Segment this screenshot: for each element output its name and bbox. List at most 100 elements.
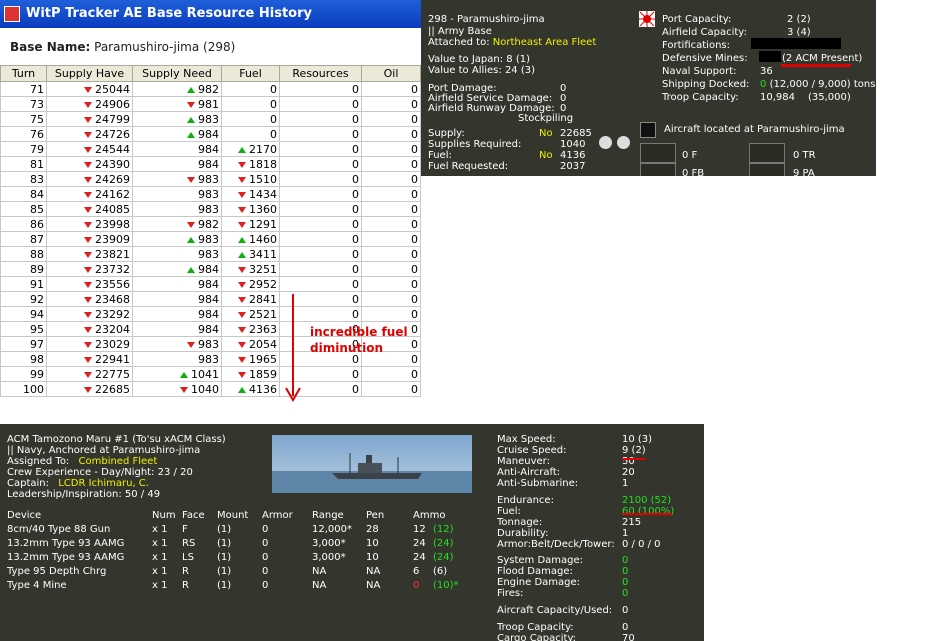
table-cell: 76 xyxy=(0,126,47,142)
table-row[interactable]: 86 23998 982 1291 0 0 xyxy=(0,216,421,232)
table-row[interactable]: 79 24544 984 2170 0 0 xyxy=(0,141,421,157)
device-column-header: Face xyxy=(182,510,205,521)
down-arrow-icon xyxy=(84,296,92,303)
column-header[interactable]: Oil xyxy=(361,65,421,82)
title-bar[interactable]: WitP Tracker AE Base Resource History xyxy=(0,0,421,28)
cell-value: 4136 xyxy=(249,382,277,396)
cell-value: 0 xyxy=(352,292,359,306)
column-header[interactable]: Resources xyxy=(279,65,362,82)
table-row[interactable]: 88 23821 983 3411 0 0 xyxy=(0,246,421,262)
aircraft-transport-icon[interactable] xyxy=(749,143,785,163)
fuel-stockpile-toggle[interactable]: No xyxy=(539,150,553,161)
cell-value: 71 xyxy=(30,82,44,96)
table-header-row: Turn Supply Have Supply Need Fuel Resources O… xyxy=(0,65,421,82)
column-header[interactable]: Supply Have xyxy=(46,65,133,82)
table-row[interactable]: 71 25044 982 0 0 0 xyxy=(0,81,421,97)
table-row[interactable]: 99 22775 1041 1859 0 0 xyxy=(0,366,421,382)
cell-value: 84 xyxy=(30,187,44,201)
crew-experience: Crew Experience - Day/Night: 23 / 20 xyxy=(7,467,193,478)
base-type: || Army Base xyxy=(428,26,492,37)
cell-value: 88 xyxy=(30,247,44,261)
attached-value[interactable]: Northeast Area Fleet xyxy=(493,37,597,48)
cell-value: 23204 xyxy=(95,322,130,336)
table-cell: 0 xyxy=(279,141,362,157)
cell-value: 24269 xyxy=(95,172,130,186)
device-cell: RS xyxy=(182,538,196,549)
table-row[interactable]: 85 24085 983 1360 0 0 xyxy=(0,201,421,217)
table-cell: 2841 xyxy=(221,291,280,307)
device-column-header: Armor xyxy=(262,510,293,521)
table-row[interactable]: 83 24269 983 1510 0 0 xyxy=(0,171,421,187)
shipping-value: 0 (12,000 / 9,000) tons xyxy=(760,79,875,90)
table-cell: 3251 xyxy=(221,261,280,277)
stat-label: Cargo Capacity: xyxy=(497,633,577,641)
column-header[interactable]: Fuel xyxy=(221,65,280,82)
cell-value: 0 xyxy=(411,352,418,366)
supply-stockpile-toggle[interactable]: No xyxy=(539,128,553,139)
down-arrow-icon xyxy=(187,176,195,183)
cell-value: 983 xyxy=(198,187,219,201)
device-cell: 3,000* xyxy=(312,538,346,549)
cell-value: 81 xyxy=(30,157,44,171)
table-cell: 86 xyxy=(0,216,47,232)
down-arrow-icon xyxy=(84,176,92,183)
table-cell: 1040 xyxy=(132,381,222,397)
stat-value: 0 xyxy=(622,622,629,633)
stat-value: 70 xyxy=(622,633,635,641)
table-cell: 0 xyxy=(279,126,362,142)
af-cap-label: Airfield Capacity: xyxy=(662,27,747,38)
table-row[interactable]: 81 24390 984 1818 0 0 xyxy=(0,156,421,172)
plane-toggle-icon[interactable] xyxy=(640,122,656,138)
port-cap-value: 2 (2) xyxy=(787,14,811,25)
table-row[interactable]: 100 22685 1040 4136 0 0 xyxy=(0,381,421,397)
table-row[interactable]: 75 24799 983 0 0 0 xyxy=(0,111,421,127)
table-row[interactable]: 92 23468 984 2841 0 0 xyxy=(0,291,421,307)
table-row[interactable]: 94 23292 984 2521 0 0 xyxy=(0,306,421,322)
down-arrow-icon xyxy=(84,326,92,333)
stat-label: System Damage: xyxy=(497,555,584,566)
table-cell: 0 xyxy=(361,231,421,247)
stat-label: Cruise Speed: xyxy=(497,445,567,456)
fuel-req-label: Fuel Requested: xyxy=(428,161,509,172)
cell-value: 0 xyxy=(411,142,418,156)
table-cell: 983 xyxy=(132,171,222,187)
device-cell: 0 xyxy=(262,580,269,591)
device-cell: 8cm/40 Type 88 Gun xyxy=(7,524,111,535)
table-cell: 0 xyxy=(361,156,421,172)
table-cell: 2054 xyxy=(221,336,280,352)
device-cell: R xyxy=(182,580,189,591)
cell-value: 25044 xyxy=(95,82,130,96)
assigned-value[interactable]: Combined Fleet xyxy=(79,456,158,467)
prev-arrow-icon[interactable] xyxy=(599,136,612,149)
cell-value: 983 xyxy=(198,202,219,216)
table-row[interactable]: 91 23556 984 2952 0 0 xyxy=(0,276,421,292)
column-header[interactable]: Turn xyxy=(0,65,47,82)
captain-value[interactable]: LCDR Ichimaru, C. xyxy=(58,478,149,489)
table-cell: 983 xyxy=(132,201,222,217)
cell-value: 91 xyxy=(30,277,44,291)
column-header[interactable]: Supply Need xyxy=(132,65,222,82)
attached-label: Attached to: xyxy=(428,37,490,48)
table-row[interactable]: 89 23732 984 3251 0 0 xyxy=(0,261,421,277)
down-arrow-icon xyxy=(84,341,92,348)
table-row[interactable]: 84 24162 983 1434 0 0 xyxy=(0,186,421,202)
down-arrow-icon xyxy=(238,356,246,363)
table-cell: 983 xyxy=(132,351,222,367)
annotation-arrow xyxy=(285,294,301,402)
aircraft-fighter-icon[interactable] xyxy=(640,143,676,163)
table-cell: 71 xyxy=(0,81,47,97)
table-cell: 1434 xyxy=(221,186,280,202)
table-cell: 23732 xyxy=(46,261,133,277)
table-row[interactable]: 73 24906 981 0 0 0 xyxy=(0,96,421,112)
aircraft-pa-icon[interactable] xyxy=(749,163,785,176)
cell-value: 23998 xyxy=(95,217,130,231)
stat-label: Aircraft Capacity/Used: xyxy=(497,605,613,616)
table-row[interactable]: 87 23909 983 1460 0 0 xyxy=(0,231,421,247)
next-arrow-icon[interactable] xyxy=(617,136,630,149)
cell-value: 24726 xyxy=(95,127,130,141)
cell-value: 984 xyxy=(198,307,219,321)
aircraft-fb-icon[interactable] xyxy=(640,163,676,176)
table-cell: 0 xyxy=(361,306,421,322)
table-row[interactable]: 76 24726 984 0 0 0 xyxy=(0,126,421,142)
table-cell: 88 xyxy=(0,246,47,262)
